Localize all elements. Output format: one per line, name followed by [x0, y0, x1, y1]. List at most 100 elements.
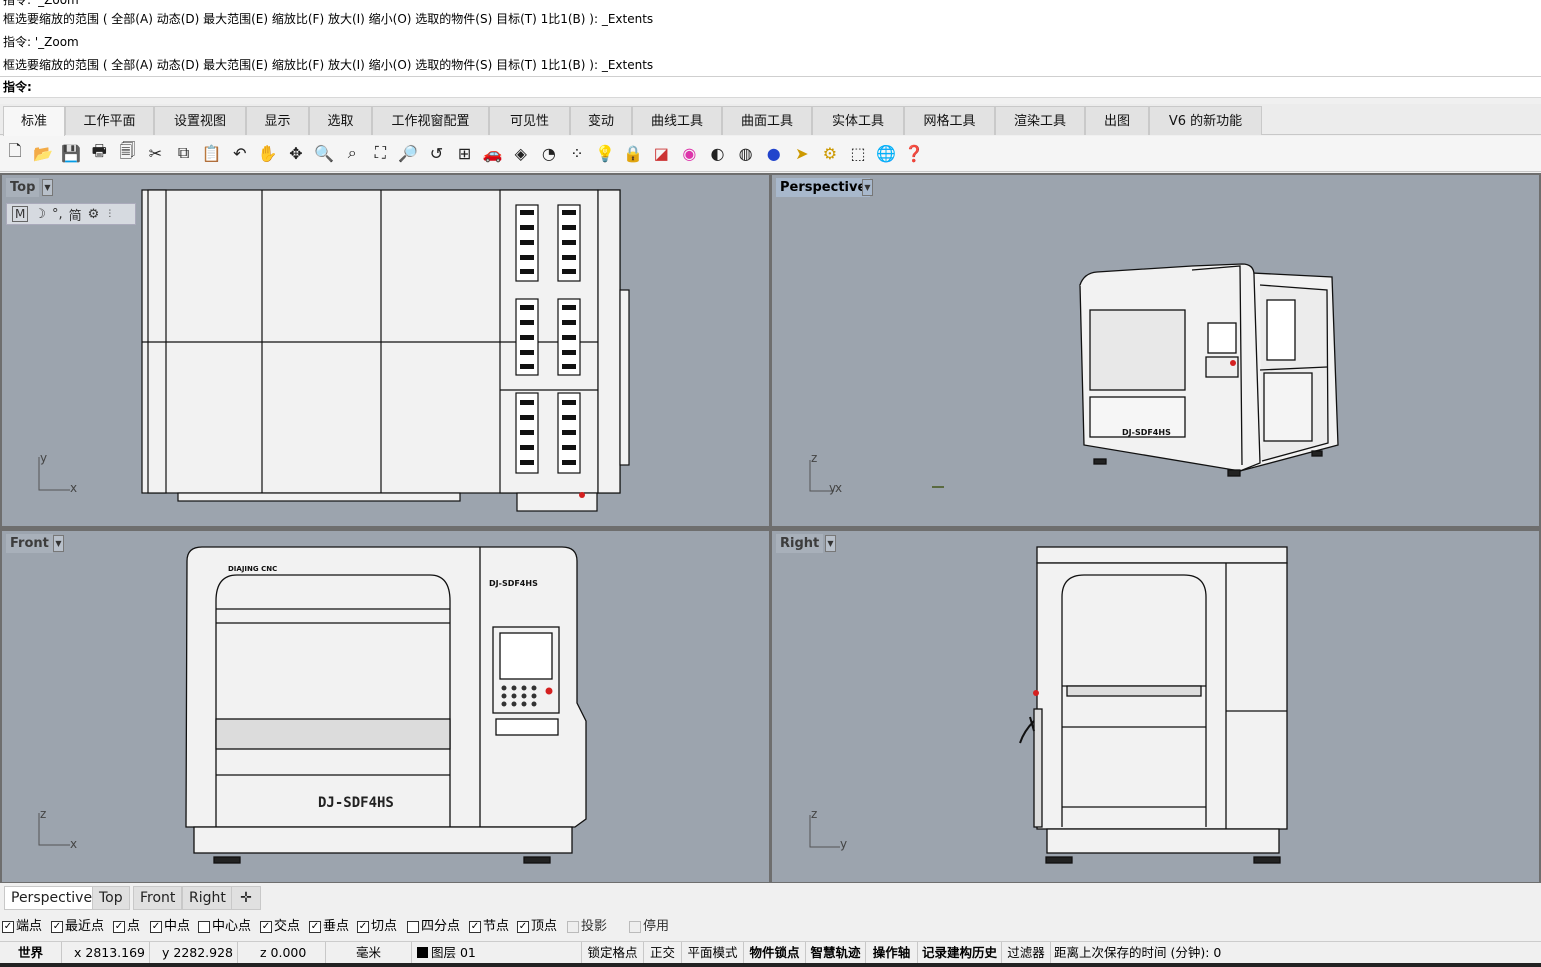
lock-icon[interactable]: 🔒 — [620, 140, 646, 166]
osnap-checkbox[interactable]: ✓ — [357, 920, 369, 933]
snap-gear-icon[interactable]: ⚙ — [88, 207, 100, 222]
zoom-window-icon[interactable]: ⌕ — [339, 140, 365, 166]
osnap-checkbox[interactable] — [407, 920, 419, 933]
tab-solid-tools[interactable]: 实体工具 — [812, 106, 904, 135]
units-indicator[interactable]: 毫米 — [326, 942, 412, 963]
osnap-checkbox[interactable] — [629, 920, 641, 933]
osnap-8[interactable]: 四分点 — [407, 914, 460, 939]
pan-hand-icon[interactable]: ✋ — [255, 140, 281, 166]
osnap-checkbox[interactable]: ✓ — [150, 920, 162, 933]
tab-new-in-v6[interactable]: V6 的新功能 — [1149, 106, 1262, 135]
viewport-menu-icon[interactable]: ▼ — [42, 179, 53, 196]
vp-tab-front[interactable]: Front — [133, 886, 183, 910]
osnap-2[interactable]: ✓ 点 — [113, 914, 140, 939]
status-toggle-4[interactable]: 智慧轨迹 — [806, 942, 866, 963]
osnap-9[interactable]: ✓ 节点 — [469, 914, 509, 939]
zoom-selected-icon[interactable]: 🔎 — [395, 140, 421, 166]
tab-display[interactable]: 显示 — [246, 106, 309, 135]
color-wheel-icon[interactable]: ◉ — [676, 140, 702, 166]
osnap-1[interactable]: ✓ 最近点 — [51, 914, 104, 939]
tab-render-tools[interactable]: 渲染工具 — [995, 106, 1085, 135]
osnap-checkbox[interactable]: ✓ — [517, 920, 529, 933]
import-icon[interactable]: 🗐 — [114, 140, 140, 166]
status-toggle-5[interactable]: 操作轴 — [866, 942, 918, 963]
osnap-10[interactable]: ✓ 顶点 — [517, 914, 557, 939]
save-icon[interactable]: 💾 — [58, 140, 84, 166]
osnap-checkbox[interactable] — [567, 920, 579, 933]
osnap-checkbox[interactable] — [198, 920, 210, 933]
vp-tab-top[interactable]: Top — [92, 886, 130, 910]
viewport-top[interactable]: Top ▼ M ☽ °, 简 ⚙ ⋮ y x — [2, 175, 769, 526]
zoom-extents-icon[interactable]: ⛶ — [367, 140, 393, 166]
undo-icon[interactable]: ↶ — [227, 140, 253, 166]
viewport-perspective[interactable]: DJ-SDF4HS Perspective ▼ z x y — [772, 175, 1539, 526]
osnap-3[interactable]: ✓ 中点 — [150, 914, 190, 939]
copy-icon[interactable]: ⧉ — [171, 140, 197, 166]
cut-icon[interactable]: ✂ — [143, 140, 169, 166]
layer-icon[interactable]: ◪ — [648, 140, 674, 166]
snap-moon-icon[interactable]: ☽ — [34, 207, 46, 222]
viewport-label-front[interactable]: Front — [6, 534, 53, 553]
zoom-dynamic-icon[interactable]: 🔍 — [311, 140, 337, 166]
tab-curve-tools[interactable]: 曲线工具 — [632, 106, 722, 135]
osnap-7[interactable]: ✓ 切点 — [357, 914, 397, 939]
status-toggle-7[interactable]: 过滤器 — [1002, 942, 1051, 963]
osnap-checkbox[interactable]: ✓ — [113, 920, 125, 933]
vp-tab-right[interactable]: Right — [182, 886, 233, 910]
viewport-menu-icon[interactable]: ▼ — [862, 179, 873, 196]
shade-sphere-icon[interactable]: ◐ — [705, 140, 731, 166]
paste-icon[interactable]: 📋 — [199, 140, 225, 166]
status-toggle-1[interactable]: 正交 — [644, 942, 682, 963]
tab-select[interactable]: 选取 — [309, 106, 372, 135]
snap-simple-icon[interactable]: 简 — [69, 205, 82, 224]
osnap-12[interactable]: 停用 — [629, 914, 669, 939]
osnap-0[interactable]: ✓ 端点 — [2, 914, 42, 939]
viewport-front[interactable]: DIAJING CNC DJ-SDF4HS DJ-SDF4HS Front ▼ … — [2, 531, 769, 882]
snap-more-icon[interactable]: ⋮ — [105, 209, 114, 219]
command-prompt[interactable]: 指令: — [0, 76, 1541, 97]
status-toggle-2[interactable]: 平面模式 — [682, 942, 744, 963]
snap-degree-icon[interactable]: °, — [52, 207, 63, 222]
osnap-checkbox[interactable]: ✓ — [309, 920, 321, 933]
osnap-checkbox[interactable]: ✓ — [51, 920, 63, 933]
osnap-checkbox[interactable]: ✓ — [260, 920, 272, 933]
help-icon[interactable]: ❓ — [901, 140, 927, 166]
point-edit-icon[interactable]: ⁘ — [564, 140, 590, 166]
tab-transform[interactable]: 变动 — [570, 106, 632, 135]
layer-indicator[interactable]: 图层 01 — [412, 942, 582, 963]
object-props-icon[interactable]: ⬚ — [845, 140, 871, 166]
osnap-checkbox[interactable]: ✓ — [469, 920, 481, 933]
viewport-menu-icon[interactable]: ▼ — [53, 535, 64, 552]
viewport-label-top[interactable]: Top — [6, 178, 40, 197]
add-viewport-icon[interactable]: ✛ — [231, 886, 261, 910]
osnap-checkbox[interactable]: ✓ — [2, 920, 14, 933]
tab-viewport-layout[interactable]: 工作视窗配置 — [372, 106, 489, 135]
ghosted-sphere-icon[interactable]: ◍ — [733, 140, 759, 166]
viewport-label-right[interactable]: Right — [776, 534, 824, 553]
snap-m-icon[interactable]: M — [12, 206, 29, 222]
gear-options-icon[interactable]: ⚙ — [817, 140, 843, 166]
circle-icon[interactable]: ◔ — [536, 140, 562, 166]
osnap-11[interactable]: 投影 — [567, 914, 607, 939]
floating-snap-bar[interactable]: M ☽ °, 简 ⚙ ⋮ — [6, 203, 136, 225]
render-preview-icon[interactable]: ◈ — [508, 140, 534, 166]
osnap-6[interactable]: ✓ 垂点 — [309, 914, 349, 939]
viewport-label-perspective[interactable]: Perspective — [776, 178, 871, 197]
open-folder-icon[interactable]: 📂 — [30, 140, 56, 166]
tab-standard[interactable]: 标准 — [3, 106, 65, 136]
print-icon[interactable]: 🖶 — [86, 140, 112, 166]
car-object-icon[interactable]: 🚗 — [480, 140, 506, 166]
cplane-indicator[interactable]: 世界 — [0, 942, 62, 963]
new-file-icon[interactable]: 🗋 — [2, 140, 28, 166]
tab-set-view[interactable]: 设置视图 — [154, 106, 246, 135]
vp-tab-perspective[interactable]: Perspective — [4, 886, 100, 910]
status-toggle-6[interactable]: 记录建构历史 — [918, 942, 1002, 963]
web-globe-icon[interactable]: 🌐 — [873, 140, 899, 166]
undo-view-icon[interactable]: ↺ — [424, 140, 450, 166]
viewport-menu-icon[interactable]: ▼ — [825, 535, 836, 552]
tab-surface-tools[interactable]: 曲面工具 — [722, 106, 812, 135]
cursor-select-icon[interactable]: ➤ — [789, 140, 815, 166]
rotate-view-icon[interactable]: ✥ — [283, 140, 309, 166]
tab-visibility[interactable]: 可见性 — [489, 106, 570, 135]
tab-mesh-tools[interactable]: 网格工具 — [904, 106, 995, 135]
